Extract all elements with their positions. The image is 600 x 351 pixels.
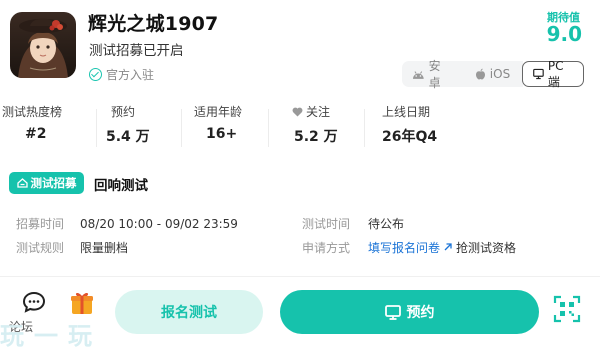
apply-method-row: 申请方式 填写报名问卷 抢测试资格	[302, 239, 516, 256]
stat-followers[interactable]: 关注 5.2 万	[292, 103, 338, 149]
test-name: 回响测试	[94, 178, 148, 194]
test-rule-value: 限量删档	[80, 241, 129, 255]
stat-value: 26年Q4	[382, 129, 438, 145]
stat-launch-date: 上线日期 26年Q4	[382, 103, 437, 149]
stat-label: 预约	[111, 105, 136, 119]
divider	[0, 276, 600, 277]
test-rule-label: 测试规则	[16, 241, 65, 255]
recruit-time-row: 招募时间 08/20 10:00 - 09/02 23:59	[16, 215, 238, 232]
stat-reservations: 预约 5.4 万	[106, 103, 150, 149]
stat-value: 5.4 万	[106, 129, 150, 145]
platform-selector: 安卓 iOS PC端	[402, 58, 584, 90]
recruit-time-label: 招募时间	[16, 217, 65, 231]
game-subtitle: 测试招募已开启	[89, 43, 184, 59]
android-icon	[412, 71, 424, 79]
test-time-label: 测试时间	[302, 217, 351, 231]
official-badge: 官方入驻	[89, 66, 154, 83]
stat-hot-rank[interactable]: 测试热度榜 #2	[2, 103, 62, 149]
app-icon	[10, 12, 76, 78]
stat-label: 关注	[292, 103, 338, 120]
apply-survey-link[interactable]: 填写报名问卷	[368, 241, 440, 255]
rating-value: 9.0	[546, 22, 582, 46]
stat-value: 5.2 万	[294, 129, 338, 145]
heart-icon	[292, 107, 303, 116]
stats-bar: 测试热度榜 #2 预约 5.4 万 适用年龄 16+ 关注 5.2 万 上线日期…	[0, 103, 600, 149]
recruit-time-value: 08/20 10:00 - 09/02 23:59	[80, 217, 238, 231]
divider	[96, 109, 97, 147]
platform-ios-label: iOS	[489, 67, 511, 81]
test-time-value: 待公布	[368, 217, 405, 231]
qr-code-icon	[553, 295, 581, 323]
official-label: 官方入驻	[106, 68, 155, 82]
recruit-icon	[16, 178, 28, 188]
signup-test-button[interactable]: 报名测试	[115, 290, 263, 334]
monitor-icon	[384, 304, 401, 320]
qr-scan-button[interactable]	[553, 295, 581, 327]
stat-value: 16+	[206, 126, 238, 142]
platform-android-label: 安卓	[428, 59, 441, 90]
apple-icon	[475, 68, 485, 80]
test-rule-row: 测试规则 限量删档	[16, 239, 128, 256]
monitor-icon	[533, 68, 544, 80]
stat-age-rating: 适用年龄 16+	[194, 103, 242, 149]
divider	[268, 109, 269, 147]
platform-ios-button[interactable]: iOS	[462, 61, 523, 87]
check-circle-icon	[89, 68, 102, 81]
apply-method-label: 申请方式	[302, 241, 351, 255]
recruit-tag: 测试招募	[9, 172, 84, 194]
game-title: 辉光之城1907	[88, 13, 219, 35]
platform-android-button[interactable]: 安卓	[402, 59, 462, 90]
stat-value: #2	[25, 126, 47, 142]
recruit-tag-label: 测试招募	[30, 176, 77, 190]
chat-bubble-icon	[22, 291, 46, 313]
apply-method-suffix: 抢测试资格	[456, 241, 517, 255]
reserve-button-label: 预约	[406, 305, 435, 321]
gift-icon	[71, 292, 93, 314]
platform-pc-button[interactable]: PC端	[522, 58, 584, 89]
divider	[364, 109, 365, 147]
test-time-row: 测试时间 待公布	[302, 215, 404, 232]
reserve-button[interactable]: 预约	[280, 290, 539, 334]
forum-button[interactable]	[14, 290, 54, 318]
stat-label: 上线日期	[382, 105, 431, 119]
arrow-up-right-icon	[444, 243, 452, 251]
stat-label: 测试热度榜	[2, 105, 63, 119]
stat-label: 适用年龄	[194, 105, 243, 119]
platform-pc-label: PC端	[547, 58, 564, 89]
divider	[181, 109, 182, 147]
